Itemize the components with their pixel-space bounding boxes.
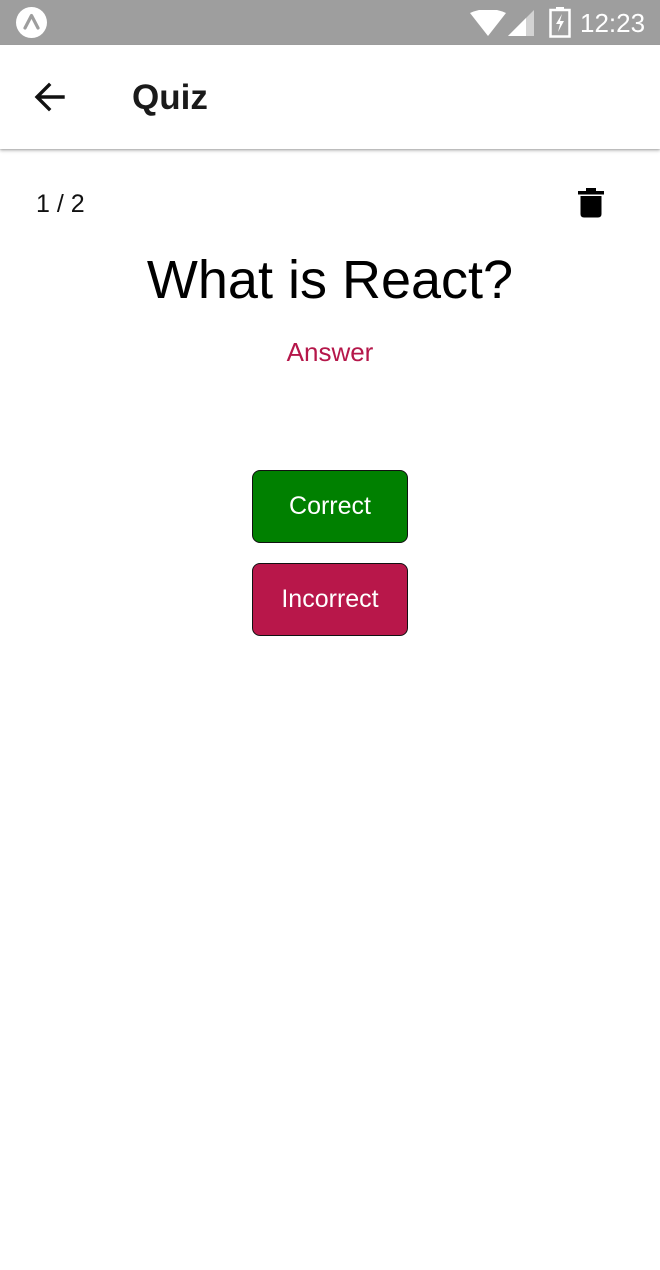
- incorrect-button[interactable]: Incorrect: [252, 563, 408, 636]
- quiz-progress: 1 / 2: [36, 190, 85, 218]
- wifi-icon: [470, 10, 506, 36]
- arrow-left-icon: [34, 82, 65, 112]
- trash-icon: [578, 188, 604, 218]
- battery-charging-icon: [549, 7, 571, 38]
- app-bar: Quiz: [0, 45, 660, 149]
- quiz-question: What is React?: [146, 250, 514, 310]
- status-bar: 12:23: [0, 0, 660, 45]
- page-title: Quiz: [132, 78, 208, 117]
- correct-button[interactable]: Correct: [252, 470, 408, 543]
- delete-button[interactable]: [568, 180, 614, 226]
- status-time: 12:23: [580, 8, 646, 38]
- app-notification-icon: [16, 7, 47, 38]
- back-button[interactable]: [22, 69, 78, 125]
- show-answer-button[interactable]: Answer: [230, 335, 430, 369]
- cell-signal-icon: [508, 10, 534, 36]
